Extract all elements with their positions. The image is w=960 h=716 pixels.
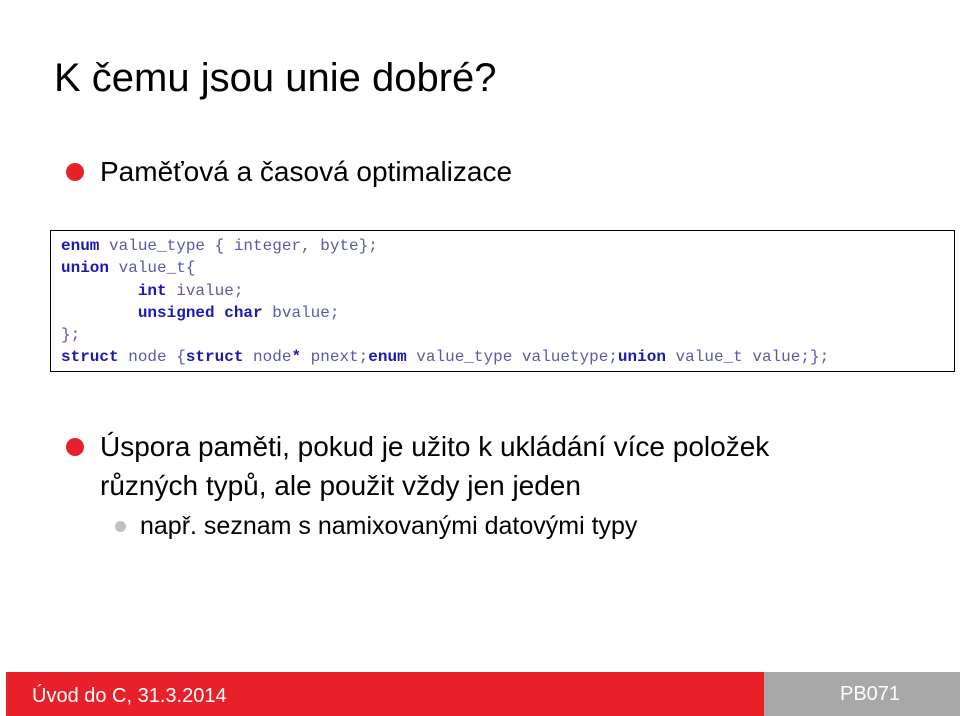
code-keyword: unsigned char <box>137 303 263 322</box>
code-text: }; <box>61 326 81 345</box>
code-keyword: * <box>291 348 302 367</box>
code-text: value_t value;}; <box>665 348 830 367</box>
bullet-point-2-line-2: různých typů, ale použit vždy jen jeden <box>100 470 581 501</box>
code-text: value_type { integer, byte}; <box>99 237 378 255</box>
footer-right-panel: PB071 <box>764 672 960 716</box>
code-line: enum value_type { integer, byte}; <box>61 235 954 257</box>
code-keyword: enum <box>61 237 100 255</box>
code-block: enum value_type { integer, byte}; union v… <box>50 230 955 372</box>
code-keyword: union <box>61 259 110 278</box>
code-line: }; <box>61 324 954 346</box>
footer-date-text: Úvod do C, 31.3.2014 <box>32 685 227 707</box>
code-keyword: struct <box>185 348 244 367</box>
footer-left-panel: Úvod do C, 31.3.2014 <box>6 672 764 716</box>
code-text: value_t{ <box>109 259 196 278</box>
footer-course-code: PB071 <box>840 683 901 705</box>
code-text: bvalue; <box>262 303 340 322</box>
code-line: union value_t{ <box>61 257 954 279</box>
footer-bar: Úvod do C, 31.3.2014 PB071 <box>6 672 960 716</box>
code-text: node <box>243 348 292 367</box>
bullet-dot-icon <box>66 438 84 456</box>
code-line: struct node {struct node* pnext;enum val… <box>61 346 954 368</box>
bullet-point-2-line-1: Úspora paměti, pokud je užito k ukládání… <box>100 431 770 462</box>
code-text: ivalue; <box>166 281 244 300</box>
code-text: value_type valuetype; <box>406 348 618 367</box>
code-text: pnext; <box>301 348 369 367</box>
code-keyword: union <box>617 348 666 367</box>
code-keyword: struct <box>61 348 119 367</box>
code-keyword: int <box>137 281 167 300</box>
slide-title: K čemu jsou unie dobré? <box>54 56 497 100</box>
code-keyword: enum <box>368 348 407 367</box>
code-text: node { <box>118 348 186 367</box>
sub-bullet-point: např. seznam s namixovanými datovými typ… <box>140 512 638 540</box>
code-line: int ivalue; <box>61 280 954 302</box>
bullet-dot-icon <box>66 163 84 181</box>
sub-bullet-dot-icon <box>115 521 126 532</box>
bullet-point-1: Paměťová a časová optimalizace <box>100 156 513 187</box>
code-line: unsigned char bvalue; <box>61 302 954 324</box>
